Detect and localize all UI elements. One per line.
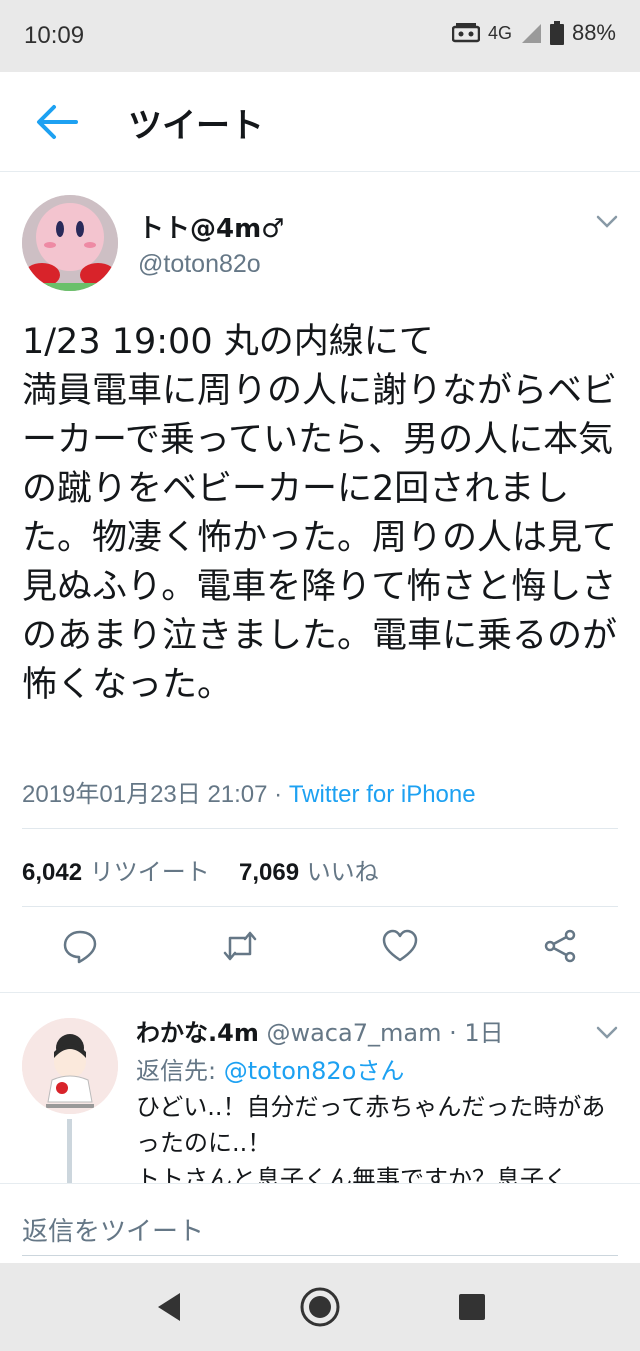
status-bar: 10:09 4G 88% — [0, 0, 640, 72]
battery-icon — [549, 21, 564, 45]
chevron-down-icon — [596, 1026, 618, 1039]
avatar-image — [22, 195, 118, 291]
reply-text: ひどい..！自分だって赤ちゃんだった時があったのに..！ トトさんと息子くん無事… — [136, 1093, 606, 1183]
chevron-down-icon — [596, 215, 618, 228]
nav-back-button[interactable] — [148, 1285, 192, 1329]
nav-home-button[interactable] — [298, 1285, 342, 1329]
reply-to: 返信先: @toton82oさん — [136, 1051, 404, 1086]
tweet-detail: トト@4m♂ @toton82o 1/23 19:00 丸の内線にて 満員電車に… — [0, 180, 640, 992]
retweet-label[interactable]: リツイート — [90, 858, 210, 886]
divider — [22, 828, 618, 829]
triangle-back-icon — [158, 1293, 180, 1321]
reply-author-handle[interactable]: @waca7_mam — [266, 1019, 441, 1047]
signal-icon — [521, 24, 541, 43]
share-icon — [544, 929, 576, 963]
share-button[interactable] — [542, 928, 578, 964]
avatar[interactable] — [22, 1018, 118, 1114]
circle-home-icon — [300, 1287, 340, 1327]
page-title: ツイート — [128, 106, 264, 146]
retweet-icon — [223, 931, 257, 961]
tweet-client-link[interactable]: Twitter for iPhone — [289, 781, 476, 808]
retweet-button[interactable] — [222, 928, 258, 964]
thread-line — [67, 1119, 72, 1183]
like-button[interactable] — [382, 928, 418, 964]
divider — [22, 906, 618, 907]
arrow-left-icon — [37, 105, 78, 139]
tweet-timestamp: 2019年01月23日 21:07 — [22, 781, 268, 808]
tweet-text: 1/23 19:00 丸の内線にて 満員電車に周りの人に謝りながらベビーカーで乗… — [22, 322, 618, 705]
tweet-meta: 2019年01月23日 21:07 · Twitter for iPhone — [22, 774, 476, 809]
retweet-count[interactable]: 6,042 — [22, 859, 82, 886]
like-count[interactable]: 7,069 — [239, 859, 299, 886]
nav-recents-button[interactable] — [450, 1285, 494, 1329]
network-type: 4G — [487, 22, 512, 43]
like-label[interactable]: いいね — [307, 858, 379, 886]
avatar-image — [22, 1018, 118, 1114]
reply-menu-button[interactable] — [596, 1025, 618, 1039]
comment-icon — [63, 930, 97, 964]
reply-compose-bar — [0, 1183, 640, 1263]
reply-author-name[interactable]: わかな.4m — [136, 1019, 259, 1047]
app-bar: ツイート — [0, 72, 640, 172]
avatar[interactable] — [22, 195, 118, 291]
meta-separator: · — [267, 781, 289, 808]
reply-age: · 1日 — [449, 1019, 504, 1047]
status-time: 10:09 — [24, 22, 85, 49]
tweet-stats: 6,042 リツイート 7,069 いいね — [22, 852, 379, 887]
back-button[interactable] — [34, 102, 80, 142]
heart-icon — [382, 929, 418, 962]
reply-input[interactable] — [22, 1208, 618, 1256]
reply-header: わかな.4m @waca7_mam · 1日 — [136, 1013, 504, 1048]
tweet-menu-button[interactable] — [596, 214, 618, 228]
spacer — [0, 172, 640, 180]
status-indicators: 4G 88% — [451, 20, 616, 46]
reply-to-mention[interactable]: @toton82oさん — [224, 1057, 405, 1085]
reply-item[interactable]: わかな.4m @waca7_mam · 1日 返信先: @toton82oさん … — [0, 993, 640, 1183]
author-name[interactable]: トト@4m♂ — [138, 208, 285, 245]
author-handle[interactable]: @toton82o — [138, 250, 261, 279]
square-recents-icon — [459, 1294, 485, 1320]
vr-icon — [451, 23, 480, 43]
reply-to-prefix: 返信先: — [136, 1057, 224, 1085]
reply-button[interactable] — [62, 928, 98, 964]
tweet-actions — [0, 928, 640, 972]
system-nav-bar — [0, 1263, 640, 1351]
battery-level: 88% — [571, 20, 616, 45]
